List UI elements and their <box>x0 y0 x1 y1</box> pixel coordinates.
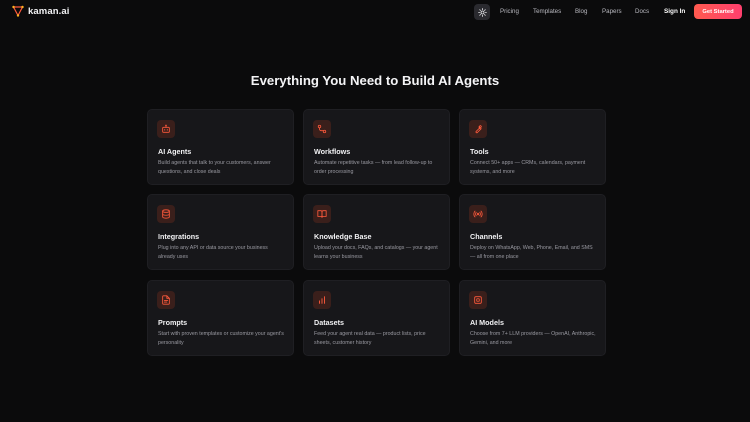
card-title: Integrations <box>158 232 200 241</box>
brand-mark-icon <box>12 5 24 17</box>
card-title: Knowledge Base <box>314 232 372 241</box>
feature-card-ai-agents[interactable]: AI Agents Build agents that talk to your… <box>147 109 294 185</box>
wrench-icon <box>475 125 482 134</box>
card-title: Tools <box>470 147 489 156</box>
file-text-icon <box>162 295 170 305</box>
card-description: Plug into any API or data source your bu… <box>158 245 268 260</box>
top-nav: kaman.ai Pricing Templates Blog Papers D… <box>0 0 750 24</box>
card-description: Start with proven templates or customize… <box>158 331 284 346</box>
database-icon <box>162 209 170 219</box>
card-title: AI Models <box>470 318 504 327</box>
card-description: Upload your docs, FAQs, and catalogs — y… <box>314 245 438 260</box>
feature-card-datasets[interactable]: Datasets Feed your agent real data — pro… <box>303 280 450 356</box>
feature-card-ai-models[interactable]: AI Models Choose from 7+ LLM providers —… <box>459 280 606 356</box>
section-title: Everything You Need to Build AI Agents <box>250 73 500 88</box>
brand-logo[interactable]: kaman.ai <box>12 5 69 17</box>
card-description: Connect 50+ apps — CRMs, calendars, paym… <box>470 160 586 175</box>
get-started-button[interactable]: Get Started <box>694 4 742 19</box>
bar-chart-icon <box>319 296 325 304</box>
brand-name: kaman.ai <box>28 5 70 17</box>
nav-link-docs[interactable]: Docs <box>635 8 649 15</box>
card-title: AI Agents <box>158 147 192 156</box>
nav-link-blog[interactable]: Blog <box>575 8 587 15</box>
bot-icon <box>162 124 170 133</box>
nav-link-templates[interactable]: Templates <box>533 8 561 15</box>
feature-card-workflows[interactable]: Workflows Automate repetitive tasks — fr… <box>303 109 450 185</box>
card-description: Deploy on WhatsApp, Web, Phone, Email, a… <box>470 245 593 260</box>
nav-link-pricing[interactable]: Pricing <box>500 8 519 15</box>
card-description: Automate repetitive tasks — from lead fo… <box>314 160 433 175</box>
feature-card-knowledge-base[interactable]: Knowledge Base Upload your docs, FAQs, a… <box>303 194 450 270</box>
feature-card-prompts[interactable]: Prompts Start with proven templates or c… <box>147 280 294 356</box>
card-description: Build agents that talk to your customers… <box>158 160 271 175</box>
card-title: Workflows <box>314 147 351 156</box>
card-title: Datasets <box>314 318 344 327</box>
card-description: Choose from 7+ LLM providers — OpenAI, A… <box>470 331 596 346</box>
feature-card-tools[interactable]: Tools Connect 50+ apps — CRMs, calendars… <box>459 109 606 185</box>
cpu-icon <box>474 296 482 304</box>
radio-icon <box>473 210 483 218</box>
sun-icon <box>477 7 487 17</box>
workflow-icon <box>317 124 327 134</box>
book-open-icon <box>317 210 327 218</box>
card-title: Prompts <box>158 318 188 327</box>
nav-link-papers[interactable]: Papers <box>602 8 622 15</box>
theme-toggle-button[interactable] <box>474 4 490 20</box>
sign-in-link[interactable]: Sign In <box>664 8 685 15</box>
card-title: Channels <box>470 232 503 241</box>
feature-card-channels[interactable]: Channels Deploy on WhatsApp, Web, Phone,… <box>459 194 606 270</box>
card-description: Feed your agent real data — product list… <box>314 331 426 346</box>
feature-card-integrations[interactable]: Integrations Plug into any API or data s… <box>147 194 294 270</box>
